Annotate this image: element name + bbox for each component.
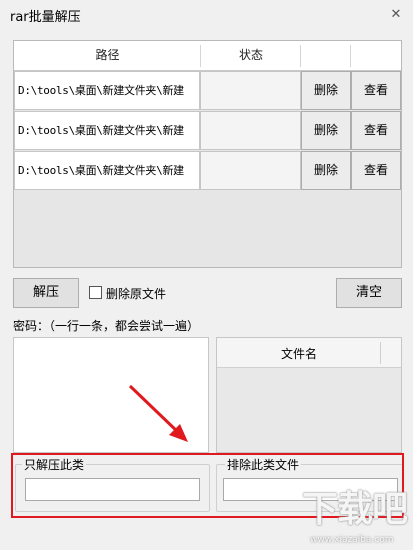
row-path-cell[interactable]: D:\tools\桌面\新建文件夹\新建 (14, 111, 200, 150)
row-path-cell[interactable]: D:\tools\桌面\新建文件夹\新建 (14, 151, 200, 190)
clear-button[interactable]: 清空 (336, 278, 402, 308)
watermark-logo: 下载吧 (302, 488, 408, 530)
window-title: rar批量解压 (10, 10, 81, 25)
password-label: 密码：（一行一条，都会尝试一遍） (13, 319, 200, 333)
column-header-blank (301, 41, 401, 71)
extract-button[interactable]: 解压 (13, 278, 79, 308)
row-path-cell[interactable]: D:\tools\桌面\新建文件夹\新建 (14, 71, 200, 110)
delete-original-checkbox[interactable] (89, 286, 102, 299)
row-status-cell[interactable] (200, 151, 301, 190)
column-header-status[interactable]: 状态 (201, 41, 301, 71)
row-status-cell[interactable] (200, 111, 301, 150)
delete-button[interactable]: 删除 (301, 71, 351, 110)
arrow-icon (128, 384, 188, 442)
delete-button[interactable]: 删除 (301, 151, 351, 190)
row-status-cell[interactable] (200, 71, 301, 110)
column-header-filename[interactable]: 文件名 (217, 345, 381, 362)
view-button[interactable]: 查看 (351, 151, 401, 190)
header-divider (200, 45, 201, 67)
view-button[interactable]: 查看 (351, 111, 401, 150)
header-divider (380, 342, 381, 364)
delete-original-label: 删除原文件 (106, 287, 167, 301)
close-icon[interactable]: ✕ (387, 6, 405, 24)
header-divider (350, 45, 351, 67)
delete-button[interactable]: 删除 (301, 111, 351, 150)
column-header-path[interactable]: 路径 (14, 41, 201, 71)
watermark-url: www.xiazaiba.com (310, 535, 394, 545)
view-button[interactable]: 查看 (351, 71, 401, 110)
header-divider (300, 45, 301, 67)
